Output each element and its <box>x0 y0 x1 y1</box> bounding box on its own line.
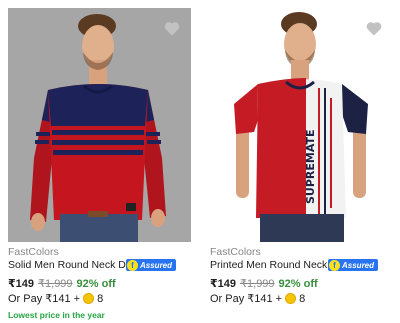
supercoin-icon <box>83 293 95 304</box>
product-brand: FastColors <box>8 246 59 258</box>
assured-label: Assured <box>140 260 173 270</box>
discount-percent: 92% off <box>76 278 116 290</box>
original-price: ₹1,999 <box>240 278 275 290</box>
product-brand: FastColors <box>210 246 261 258</box>
product-card[interactable]: FastColors Solid Men Round Neck Dar… f A… <box>0 0 200 323</box>
supercoin-icon <box>285 293 297 304</box>
assured-badge: f Assured <box>328 259 379 271</box>
selling-price: ₹149 <box>210 278 237 290</box>
coin-count: 8 <box>299 292 306 305</box>
assured-icon: f <box>127 260 138 271</box>
product-image[interactable]: SUPREMATE <box>210 8 393 242</box>
pay-amount: ₹141 + <box>247 293 283 305</box>
price-row: ₹149 ₹1,999 92% off <box>210 277 318 290</box>
tshirt-model-illustration <box>8 8 191 242</box>
supercoin-pay-row: Or Pay ₹141 + 8 <box>210 292 306 306</box>
product-card[interactable]: SUPREMATE FastColors Printed Men Round N… <box>200 0 400 323</box>
product-image[interactable] <box>8 8 191 242</box>
product-title[interactable]: Solid Men Round Neck Dar… <box>8 259 128 271</box>
pay-amount: ₹141 + <box>45 293 81 305</box>
discount-percent: 92% off <box>278 278 318 290</box>
supercoin-pay-row: Or Pay ₹141 + 8 <box>8 292 104 306</box>
heart-icon[interactable] <box>162 18 182 38</box>
heart-icon[interactable] <box>364 18 384 38</box>
lowest-price-tag: Lowest price in the year <box>8 310 105 320</box>
selling-price: ₹149 <box>8 278 35 290</box>
shirt-print-graphic: SUPREMATE <box>304 129 317 204</box>
pay-prefix: Or Pay <box>210 292 245 305</box>
assured-badge: f Assured <box>126 259 177 271</box>
tshirt-model-illustration: SUPREMATE <box>210 8 393 242</box>
assured-icon: f <box>329 260 340 271</box>
original-price: ₹1,999 <box>38 278 73 290</box>
assured-label: Assured <box>342 260 375 270</box>
pay-prefix: Or Pay <box>8 292 43 305</box>
product-title[interactable]: Printed Men Round Neck R… <box>210 259 330 271</box>
price-row: ₹149 ₹1,999 92% off <box>8 277 116 290</box>
coin-count: 8 <box>97 292 104 305</box>
product-grid: FastColors Solid Men Round Neck Dar… f A… <box>0 0 400 323</box>
